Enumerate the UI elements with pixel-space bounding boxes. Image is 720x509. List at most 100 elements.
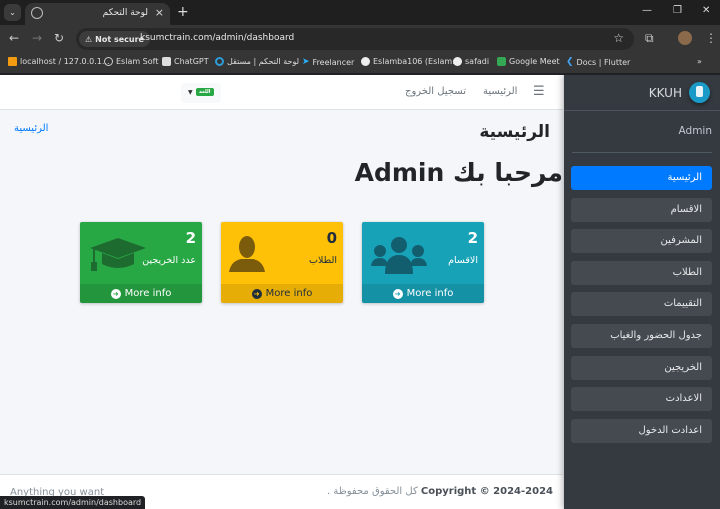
bookmark-label: Eslamba106 (Eslam... — [373, 57, 460, 66]
browser-toolbar: ← → ↻ ⚠ Not secure ksumctrain.com/admin/… — [0, 25, 720, 53]
bookmarks-bar: localhost / 127.0.0.1... Eslam Soft Chat… — [0, 53, 720, 73]
url-text[interactable]: ksumctrain.com/admin/dashboard — [140, 33, 294, 43]
address-bar[interactable]: ⚠ Not secure ksumctrain.com/admin/dashbo… — [76, 28, 634, 50]
freelancer-icon: ➤ — [302, 57, 310, 67]
copyright-text: Copyright © 2024-2024 — [420, 486, 553, 497]
tab-title: لوحة التحكم — [102, 8, 148, 18]
card-label: الطلاب — [309, 255, 337, 266]
flutter-icon: ❮ — [566, 57, 574, 67]
card-value: 2 — [185, 229, 196, 247]
reload-icon[interactable]: ↻ — [54, 31, 64, 45]
bookmark-label: Freelancer — [312, 57, 355, 67]
bookmark-item[interactable]: Google Meet — [497, 57, 560, 66]
user-panel: Admin — [572, 112, 712, 153]
language-badge: اللغة — [196, 88, 214, 96]
globe-icon — [104, 57, 113, 66]
tab-search-button[interactable]: ⌄ — [4, 4, 21, 21]
security-label: Not secure — [95, 34, 144, 44]
sidebar-item-home[interactable]: الرئيسية — [571, 166, 712, 190]
sidebar-item-graduates[interactable]: الخريجين — [571, 355, 712, 380]
forward-icon[interactable]: → — [32, 31, 42, 45]
card-label: الاقسام — [448, 255, 478, 266]
sidebar-item-attendance[interactable]: جدول الحضور والغياب — [571, 323, 712, 348]
card-value: 2 — [467, 229, 478, 247]
bookmark-label: Google Meet — [509, 57, 560, 66]
departments-card: 2 الاقسام ➜ More info — [362, 222, 484, 303]
sidebar-item-login-settings[interactable]: اعدادت الدخول — [571, 418, 712, 443]
bookmark-label: لوحة التحكم | مستقل — [227, 57, 300, 66]
warning-icon: ⚠ — [85, 34, 93, 44]
close-tab-icon[interactable]: × — [155, 6, 164, 19]
bookmark-item[interactable]: safadi — [453, 57, 489, 66]
graduation-cap-icon — [90, 238, 146, 271]
bookmark-item[interactable]: Eslam Soft — [104, 57, 158, 66]
mostaql-icon — [215, 57, 224, 66]
bookmark-item[interactable]: ❮ Docs | Flutter — [566, 57, 630, 67]
caret-down-icon: ▼ — [188, 89, 193, 96]
nav-home-link[interactable]: الرئيسية — [483, 86, 517, 97]
restore-icon[interactable]: ❐ — [673, 5, 682, 16]
chevron-down-icon: ⌄ — [9, 8, 16, 17]
browser-status-url: ksumctrain.com/admin/dashboard — [0, 496, 146, 509]
back-icon[interactable]: ← — [9, 31, 19, 45]
bookmark-label: safadi — [465, 57, 490, 66]
sidebar-item-settings[interactable]: الاعدادت — [571, 387, 712, 412]
close-window-icon[interactable]: ✕ — [702, 5, 710, 16]
more-info-label: More info — [406, 288, 454, 299]
more-bookmarks-icon[interactable]: » — [697, 57, 702, 66]
profile-avatar[interactable] — [678, 31, 692, 45]
bookmark-item[interactable]: ➤ Freelancer — [302, 57, 354, 67]
more-info-label: More info — [124, 288, 172, 299]
rights-text: كل الحقوق محفوظة . — [327, 486, 418, 497]
user-name[interactable]: Admin — [679, 125, 712, 137]
chatgpt-icon — [162, 57, 171, 66]
sidebar-item-supervisors[interactable]: المشرفين — [571, 229, 712, 254]
graduates-card: 2 عدد الخريجين ➜ More info — [80, 222, 202, 303]
browser-menu-icon[interactable]: ⋮ — [705, 31, 717, 45]
card-label: عدد الخريجين — [142, 255, 196, 266]
arrow-circle-right-icon: ➜ — [392, 288, 403, 299]
breadcrumb-home[interactable]: الرئيسية — [14, 123, 48, 134]
arrow-circle-right-icon: ➜ — [110, 288, 121, 299]
page-title: الرئيسية — [479, 122, 550, 142]
arrow-circle-right-icon: ➜ — [251, 288, 262, 299]
more-info-link[interactable]: ➜ More info — [221, 284, 343, 303]
extensions-icon[interactable]: ⧉ — [645, 31, 654, 46]
sidebar-item-departments[interactable]: الاقسام — [571, 197, 712, 222]
new-tab-button[interactable]: + — [177, 4, 189, 20]
browser-tab[interactable]: لوحة التحكم × — [25, 3, 170, 25]
more-info-link[interactable]: ➜ More info — [80, 284, 202, 303]
more-info-label: More info — [265, 288, 313, 299]
user-icon — [229, 236, 265, 272]
sidebar-item-students[interactable]: الطلاب — [571, 260, 712, 285]
brand-name: KKUH — [648, 86, 682, 100]
menu-toggle-icon[interactable]: ☰ — [533, 84, 545, 99]
sidebar-item-evaluations[interactable]: التقييمات — [571, 292, 712, 317]
students-card: 0 الطلاب ➜ More info — [221, 222, 343, 303]
github-icon — [453, 57, 462, 66]
bookmark-item[interactable]: localhost / 127.0.0.1... — [8, 57, 110, 66]
more-info-link[interactable]: ➜ More info — [362, 284, 484, 303]
sidebar: KKUH Admin الرئيسية الاقسام المشرفين الط… — [564, 75, 720, 509]
brand-logo-icon — [689, 82, 710, 103]
bookmark-item[interactable]: لوحة التحكم | مستقل — [215, 57, 299, 66]
bookmark-label: ChatGPT — [174, 57, 209, 66]
brand-link[interactable]: KKUH — [564, 75, 720, 111]
bookmark-star-icon[interactable]: ☆ — [613, 31, 624, 45]
bookmark-label: Docs | Flutter — [576, 57, 631, 67]
google-meet-icon — [497, 57, 506, 66]
github-icon — [361, 57, 370, 66]
globe-icon — [31, 7, 43, 19]
users-icon — [371, 237, 427, 274]
bookmark-item[interactable]: ChatGPT — [162, 57, 209, 66]
browser-title-bar: ⌄ لوحة التحكم × + — ❐ ✕ — [0, 0, 720, 25]
card-value: 0 — [326, 229, 337, 247]
sidebar-menu: الرئيسية الاقسام المشرفين الطلاب التقييم… — [571, 166, 712, 450]
phpmyadmin-icon — [8, 57, 17, 66]
bookmark-item[interactable]: Eslamba106 (Eslam... — [361, 57, 460, 66]
minimize-icon[interactable]: — — [642, 5, 652, 16]
nav-logout-link[interactable]: تسجيل الخروج — [405, 86, 466, 97]
welcome-heading: مرحبا بك Admin — [354, 158, 563, 187]
bookmark-label: localhost / 127.0.0.1... — [20, 57, 110, 66]
language-dropdown[interactable]: ▼ اللغة — [181, 83, 221, 103]
